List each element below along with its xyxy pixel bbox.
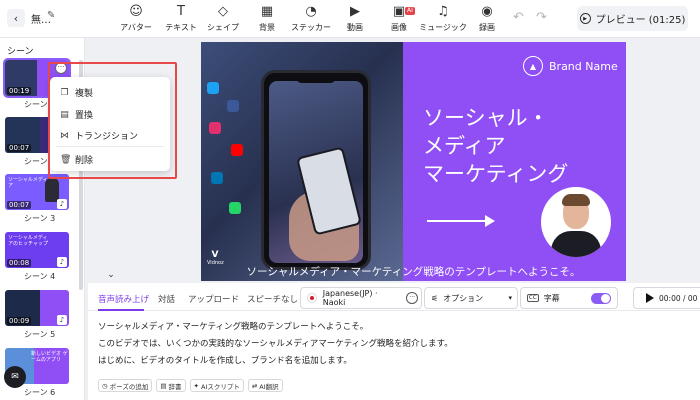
ai-translate-button[interactable]: ⇄ AI翻訳 <box>247 379 283 392</box>
script-tools: ◷ ポーズの追加 ▤ 辞書 ✦ AIスクリプト ⇄ AI翻訳 <box>98 379 283 392</box>
help-chat-button[interactable]: ✉ <box>4 366 26 388</box>
play-icon[interactable] <box>646 293 654 303</box>
voice-selector[interactable]: Japanese(JP) · Naoki ··· <box>300 287 422 309</box>
scene-duration: 00:07 <box>7 144 32 152</box>
japan-flag-icon <box>307 293 317 303</box>
record-icon: ◉ <box>481 4 493 19</box>
note-icon[interactable]: ♪ <box>57 257 67 267</box>
chevron-left-icon: ‹ <box>13 11 19 25</box>
app-icons-decoration <box>207 82 267 252</box>
top-toolbar: ‹ 無… ✎ ☺ アバター T テキスト ◇ シェイプ ▦ 背景 ◔ ステッカー… <box>0 0 700 38</box>
tab-tts[interactable]: 音声読み上げ <box>98 293 149 305</box>
scene-thumb-text: ソーシャルメディアのヒッチャップ <box>8 235 48 247</box>
sliders-icon: ⚟ <box>431 293 439 303</box>
chat-icon: ✉ <box>11 372 19 382</box>
sparkle-icon: ✦ <box>193 381 199 390</box>
scene-duration: 00:07 <box>7 201 32 209</box>
tab-no-speech[interactable]: スピーチなし <box>247 293 298 305</box>
book-icon: ▤ <box>160 381 167 390</box>
script-text[interactable]: ソーシャルメディア・マーケティング戦略のテンプレートへようこそ。 このビデオでは… <box>98 319 453 370</box>
canvas-subtitle: ソーシャルメディア・マーケティング戦略のテンプレートへようこそ。 <box>246 266 581 278</box>
back-button[interactable]: ‹ <box>7 9 25 27</box>
scene-thumb-text: 新しいビデオ ゲームのアプリ <box>31 351 68 363</box>
tool-record[interactable]: ◉ 録画 <box>460 4 514 33</box>
active-tab-indicator <box>98 309 144 311</box>
scene-thumbnail[interactable]: ソーシャルメディア 00:07 ♪ <box>5 174 69 210</box>
arrow-shape[interactable] <box>427 215 495 227</box>
audio-player: 00:00 / 00 <box>633 287 700 309</box>
note-icon[interactable]: ♪ <box>57 315 67 325</box>
scene-duration: 00:19 <box>7 87 32 95</box>
script-editor: 音声読み上げ 対話 アップロード スピーチなし Japanese(JP) · N… <box>88 283 700 400</box>
chevron-down-icon[interactable]: ⌄ <box>104 270 118 280</box>
scene-label: シーン <box>24 100 48 109</box>
scene-label: シーン 6 <box>24 388 56 397</box>
captions-control: CC 字幕 <box>520 287 618 309</box>
ai-script-button[interactable]: ✦ AIスクリプト <box>189 379 244 392</box>
scene-thumb-text: ソーシャルメディア <box>8 177 48 189</box>
translate-icon: ⇄ <box>251 381 258 390</box>
scene-label: シーン 5 <box>24 330 56 339</box>
highlight-annotation <box>48 62 177 179</box>
captions-toggle[interactable] <box>591 292 611 304</box>
scene-label: シーン 4 <box>24 272 56 281</box>
ai-badge: AI <box>405 7 415 15</box>
tab-upload[interactable]: アップロード <box>188 293 239 305</box>
cc-icon: CC <box>527 294 539 302</box>
add-pause-button[interactable]: ◷ ポーズの追加 <box>98 379 153 392</box>
video-canvas[interactable]: V Vidnoz ▲ Brand Name ソーシャル・ メディア マーケティン… <box>201 42 626 281</box>
preview-button[interactable]: ▶ プレビュー (01:25) <box>577 6 688 31</box>
scene-duration: 00:09 <box>7 317 32 325</box>
pencil-icon[interactable]: ✎ <box>47 10 55 21</box>
redo-icon[interactable]: ↷ <box>536 10 547 25</box>
scene-thumbnail[interactable]: ソーシャルメディアのヒッチャップ 00:08 ♪ <box>5 232 69 268</box>
options-dropdown[interactable]: ⚟ オプション ▾ <box>424 287 518 309</box>
brand-element[interactable]: ▲ Brand Name <box>523 56 618 76</box>
avatar[interactable] <box>541 187 611 257</box>
time-readout: 00:00 / 00 <box>659 293 698 303</box>
clock-icon: ◷ <box>102 381 108 390</box>
dictionary-button[interactable]: ▤ 辞書 <box>156 379 186 392</box>
play-circle-icon: ▶ <box>579 13 591 24</box>
canvas-headline[interactable]: ソーシャル・ メディア マーケティング <box>423 104 568 188</box>
scene-label: シーン <box>24 157 48 166</box>
mountain-logo-icon: ▲ <box>523 56 543 76</box>
chevron-down-icon: ▾ <box>508 294 512 302</box>
scene-panel-title: シーン <box>7 47 34 57</box>
scene-thumbnail[interactable]: 00:09 ♪ <box>5 290 69 326</box>
more-icon[interactable]: ··· <box>406 292 418 304</box>
scene-duration: 00:08 <box>7 259 32 267</box>
scene-label: シーン 3 <box>24 214 56 223</box>
vidnoz-logo-icon: V <box>211 250 219 260</box>
background-photo: V Vidnoz <box>201 42 403 281</box>
phone-image <box>261 70 371 270</box>
note-icon[interactable]: ♪ <box>57 199 67 209</box>
undo-icon[interactable]: ↶ <box>513 10 524 25</box>
tab-dialogue[interactable]: 対話 <box>158 293 175 305</box>
